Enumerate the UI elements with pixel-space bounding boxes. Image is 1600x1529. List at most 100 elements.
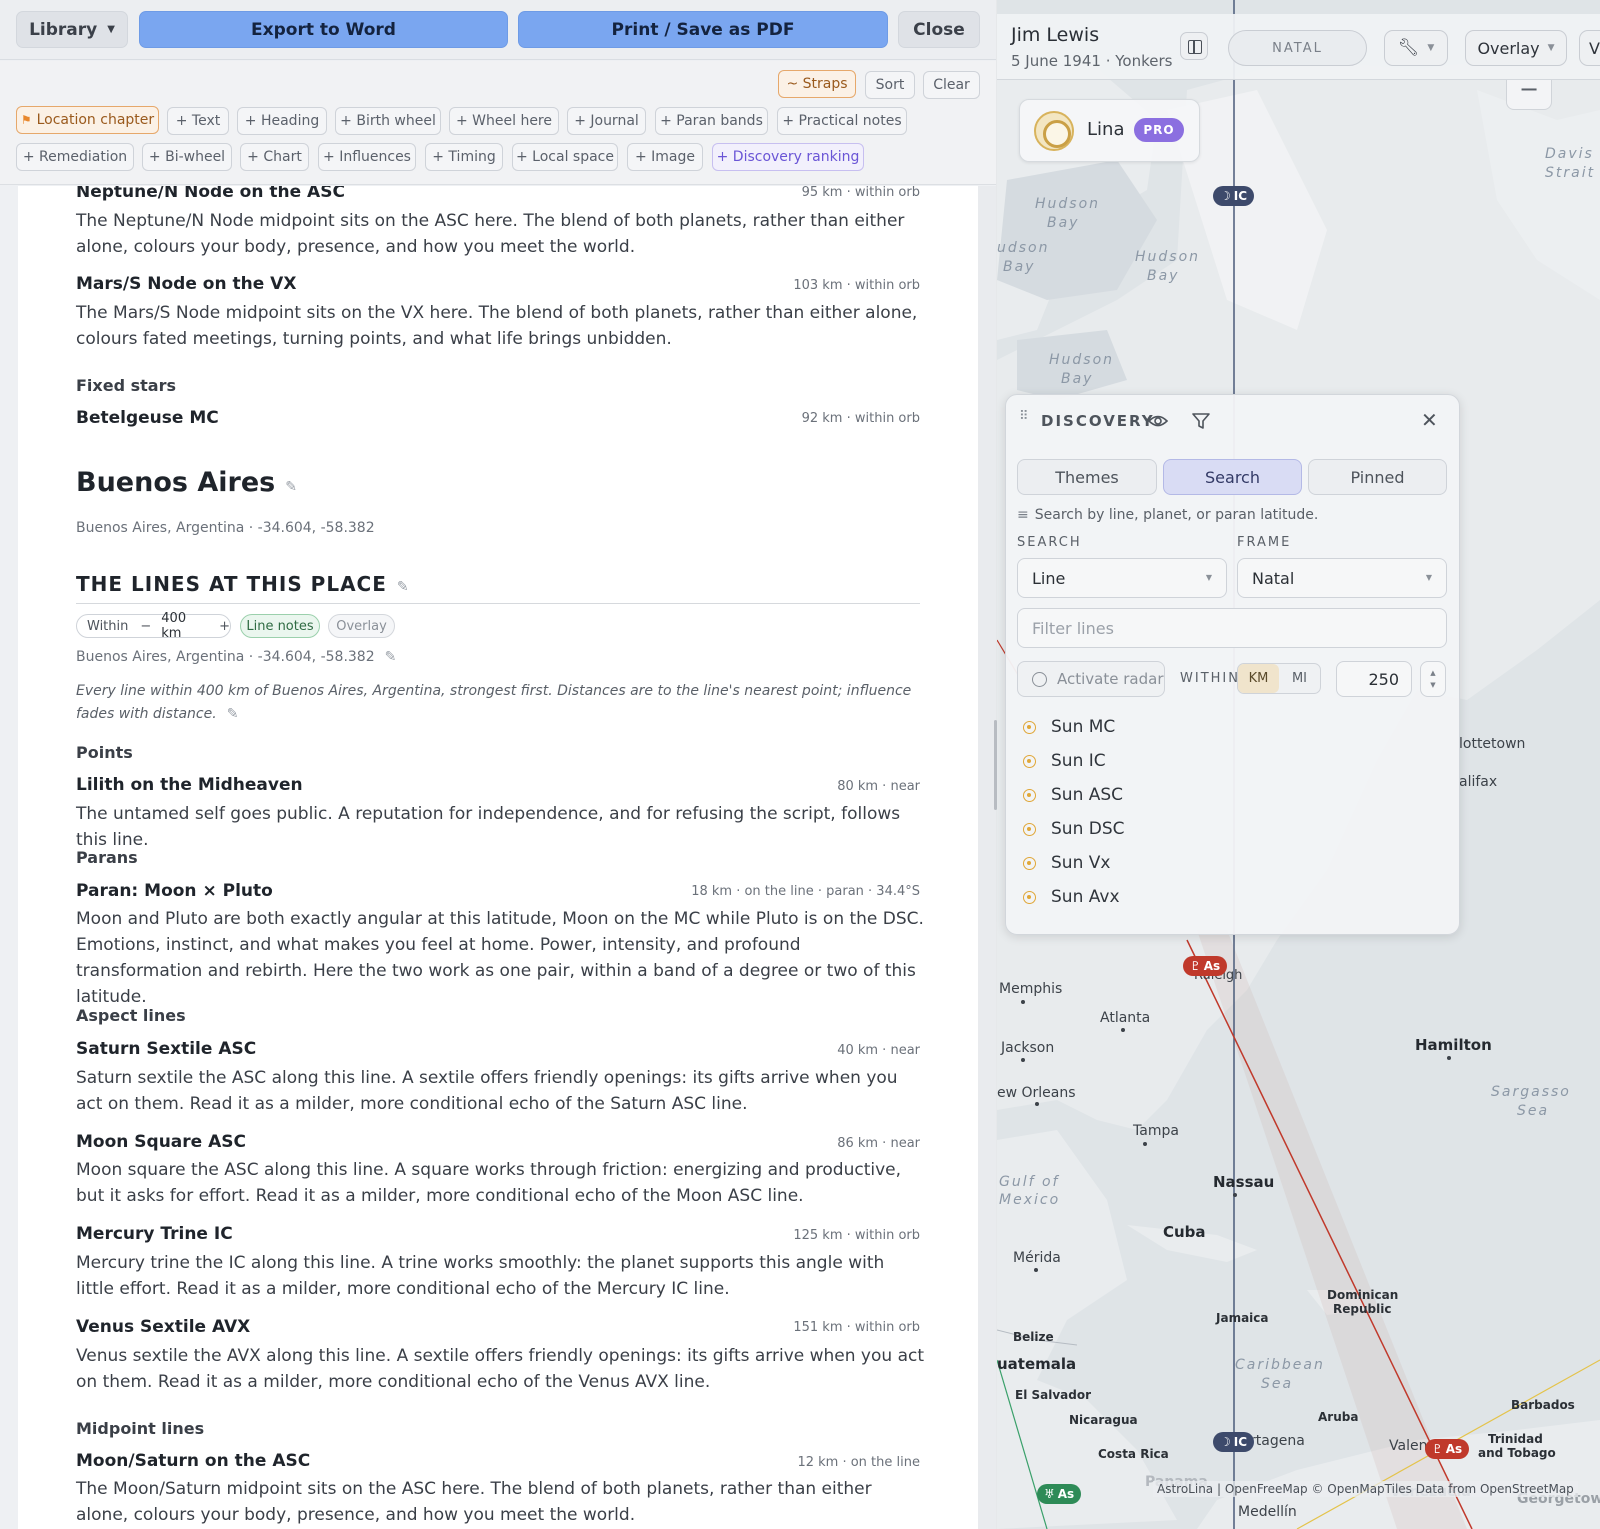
radius-input[interactable]: 250 [1336,661,1412,697]
activate-radar-button[interactable]: Activate radar [1017,661,1165,697]
increase-button[interactable]: + [219,619,230,634]
print-pdf-button[interactable]: Print / Save as PDF [518,11,888,48]
city-location: Buenos Aires, Argentina · -34.604, -58.3… [76,520,375,536]
item-meta: 86 km · near [837,1136,920,1151]
overlay-toggle[interactable]: Overlay [328,614,395,638]
map-label-water: Hudson [1135,249,1201,265]
tools-dropdown[interactable]: 🔧︎ ▼ [1384,30,1448,66]
result-item[interactable]: Sun MC [1023,713,1115,741]
pencil-icon[interactable]: ✎ [397,579,410,595]
chip-text[interactable]: + Text [167,107,229,135]
frame-select[interactable]: Natal ▼ [1237,558,1447,598]
map-label-city: lottetown [1459,736,1526,752]
result-item[interactable]: Sun IC [1023,747,1106,775]
filter-lines-input[interactable]: Filter lines [1017,608,1447,648]
chip-wheel-here[interactable]: + Wheel here [449,107,559,135]
item-meta: 40 km · near [837,1043,920,1058]
chip-image[interactable]: + Image [627,143,703,171]
chip-discovery-ranking[interactable]: + Discovery ranking [712,143,864,171]
item-body: Mercury trine the IC along this line. A … [76,1253,885,1299]
chip-remediation[interactable]: + Remediation [16,143,134,171]
eye-icon[interactable] [1148,411,1168,431]
clear-button[interactable]: Clear [923,71,980,99]
pencil-icon[interactable]: ✎ [385,649,397,665]
ic-marker[interactable]: ☽ IC [1213,1432,1255,1452]
asc-marker[interactable]: ♅ As [1037,1484,1082,1504]
map-label-country: Trinidad [1488,1432,1543,1446]
lina-assistant-card[interactable]: Lina PRO [1019,99,1200,162]
tab-themes[interactable]: Themes [1017,459,1157,495]
chip-influences[interactable]: + Influences [318,143,416,171]
ic-marker[interactable]: ☽ IC [1213,186,1255,206]
city-dot [1021,1058,1025,1062]
export-word-button[interactable]: Export to Word [139,11,508,48]
map-label-water: Bay [1147,268,1180,284]
natal-mode-button[interactable]: NATAL [1228,30,1367,66]
chip-bi-wheel[interactable]: + Bi-wheel [142,143,232,171]
sidebar-toggle-icon[interactable] [1180,32,1208,60]
close-button[interactable]: Close [898,11,980,48]
view-dropdown[interactable]: V [1579,30,1600,66]
map-label-city: Hamilton [1415,1036,1492,1054]
pencil-icon[interactable]: ✎ [227,706,239,722]
pencil-icon[interactable]: ✎ [285,479,297,495]
result-item[interactable]: Sun Vx [1023,849,1110,877]
zoom-out-button[interactable]: − [1506,77,1552,110]
chip-paran-bands[interactable]: + Paran bands [655,107,768,135]
chevron-up-icon[interactable]: ▲ [1430,667,1435,679]
search-type-select[interactable]: Line ▼ [1017,558,1227,598]
drag-handle-icon[interactable]: ⠿ [1019,410,1031,427]
asc-marker[interactable]: ♇ As [1425,1439,1470,1459]
lines-heading[interactable]: THE LINES AT THIS PLACE ✎ [76,572,410,596]
map-label-country: Cuba [1163,1223,1206,1241]
chevron-down-icon[interactable]: ▼ [1430,679,1435,691]
item-title: Mercury Trine IC [76,1224,233,1244]
map-label-water: Sea [1517,1103,1550,1119]
chip-journal[interactable]: + Journal [567,107,646,135]
item-title: Saturn Sextile ASC [76,1039,257,1059]
result-item[interactable]: Sun ASC [1023,781,1123,809]
map-label-country: Nicaragua [1069,1413,1138,1427]
close-icon[interactable]: ✕ [1421,408,1438,432]
tab-pinned[interactable]: Pinned [1308,459,1447,495]
result-item[interactable]: Sun DSC [1023,815,1125,843]
result-item[interactable]: Sun Avx [1023,883,1120,911]
radar-icon [1032,671,1047,687]
line-notes-toggle[interactable]: Line notes [240,614,320,638]
city-dot [1121,1028,1125,1032]
item-body: Moon and Pluto are both exactly angular … [76,909,924,1007]
uranus-icon: ♅ [1044,1487,1055,1501]
chip-timing[interactable]: + Timing [425,143,503,171]
chip-chart[interactable]: + Chart [240,143,309,171]
city-heading[interactable]: Buenos Aires ✎ [76,467,297,498]
chip-location-chapter[interactable]: ⚑ Location chapter [16,106,159,134]
chip-local-space[interactable]: + Local space [512,143,618,171]
unit-mi-button[interactable]: MI [1279,664,1320,693]
chip-heading[interactable]: + Heading [237,107,327,135]
sort-button[interactable]: Sort [865,71,915,99]
radius-stepper[interactable]: ▲ ▼ [1420,661,1446,697]
section-heading: Midpoint lines [76,1419,205,1438]
chip-birth-wheel[interactable]: + Birth wheel [335,107,441,135]
unit-km-button[interactable]: KM [1238,664,1279,693]
map-label-country: Barbados [1511,1398,1575,1412]
map-label-city: Memphis [999,981,1063,997]
sun-icon [1023,754,1036,768]
asc-marker[interactable]: ♇ As [1183,956,1228,976]
map-label-country: Aruba [1318,1410,1359,1424]
decrease-button[interactable]: − [140,619,151,634]
filter-icon[interactable] [1192,411,1210,431]
scrollbar-track[interactable] [978,186,996,1529]
item-body: Venus sextile the AVX along this line. A… [76,1346,924,1392]
straps-button[interactable]: ~ Straps [778,70,856,98]
map-label-water: Bay [1061,371,1094,387]
distance-value: 400 km [161,611,187,641]
library-dropdown[interactable]: Library ▼ [16,11,128,48]
tab-search[interactable]: Search [1163,459,1302,495]
overlay-dropdown[interactable]: Overlay ▼ [1465,30,1567,66]
chip-practical-notes[interactable]: + Practical notes [777,107,907,135]
map-attribution[interactable]: AstroLina | OpenFreeMap © OpenMapTiles D… [1153,1481,1578,1497]
sun-icon [1023,822,1036,836]
map-label-water: Bay [1003,259,1036,275]
item-title: Mars/S Node on the VX [76,274,297,294]
